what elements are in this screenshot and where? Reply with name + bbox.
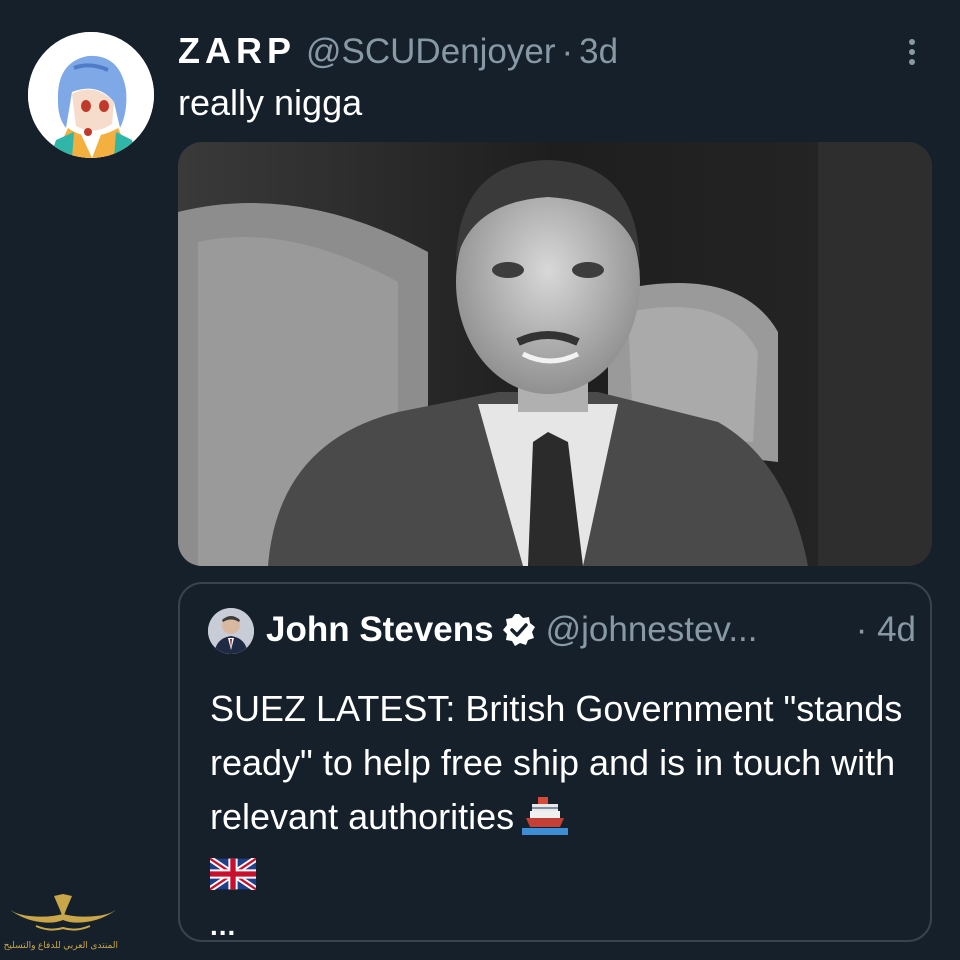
- watermark-logo: [10, 894, 116, 931]
- show-more-ellipsis[interactable]: ...: [210, 910, 236, 942]
- uk-flag-icon: [210, 858, 256, 890]
- quoted-avatar[interactable]: [208, 608, 254, 654]
- ship-icon: [522, 797, 569, 835]
- separator: ·: [561, 32, 574, 71]
- display-name[interactable]: ZARP: [178, 30, 296, 72]
- avatar[interactable]: [28, 32, 154, 158]
- quoted-text-block: SUEZ LATEST: British Government "stands …: [210, 682, 910, 890]
- quoted-timestamp[interactable]: · 4d: [856, 610, 916, 650]
- tweet-header: ZARP @SCUDenjoyer · 3d: [178, 30, 618, 72]
- tweet-text: really nigga: [178, 82, 363, 123]
- quoted-display-name[interactable]: John Stevens: [266, 610, 494, 650]
- verified-badge-icon: [502, 614, 535, 646]
- tweet-photo[interactable]: [178, 142, 932, 566]
- timestamp[interactable]: 3d: [579, 32, 618, 72]
- quoted-handle[interactable]: @johnestev...: [546, 610, 758, 650]
- quoted-tweet[interactable]: John Stevens @johnestev... · 4d SUEZ LAT…: [178, 582, 932, 942]
- more-vertical-icon[interactable]: [900, 36, 924, 68]
- watermark-text: المنتدى العربي للدفاع والتسليح: [3, 940, 118, 950]
- quoted-header: John Stevens @johnestev... · 4d: [266, 610, 916, 650]
- watermark: المنتدى العربي للدفاع والتسليح: [3, 888, 118, 956]
- tweet[interactable]: ZARP @SCUDenjoyer · 3d really nigga John…: [0, 0, 960, 960]
- user-handle[interactable]: @SCUDenjoyer: [306, 32, 556, 72]
